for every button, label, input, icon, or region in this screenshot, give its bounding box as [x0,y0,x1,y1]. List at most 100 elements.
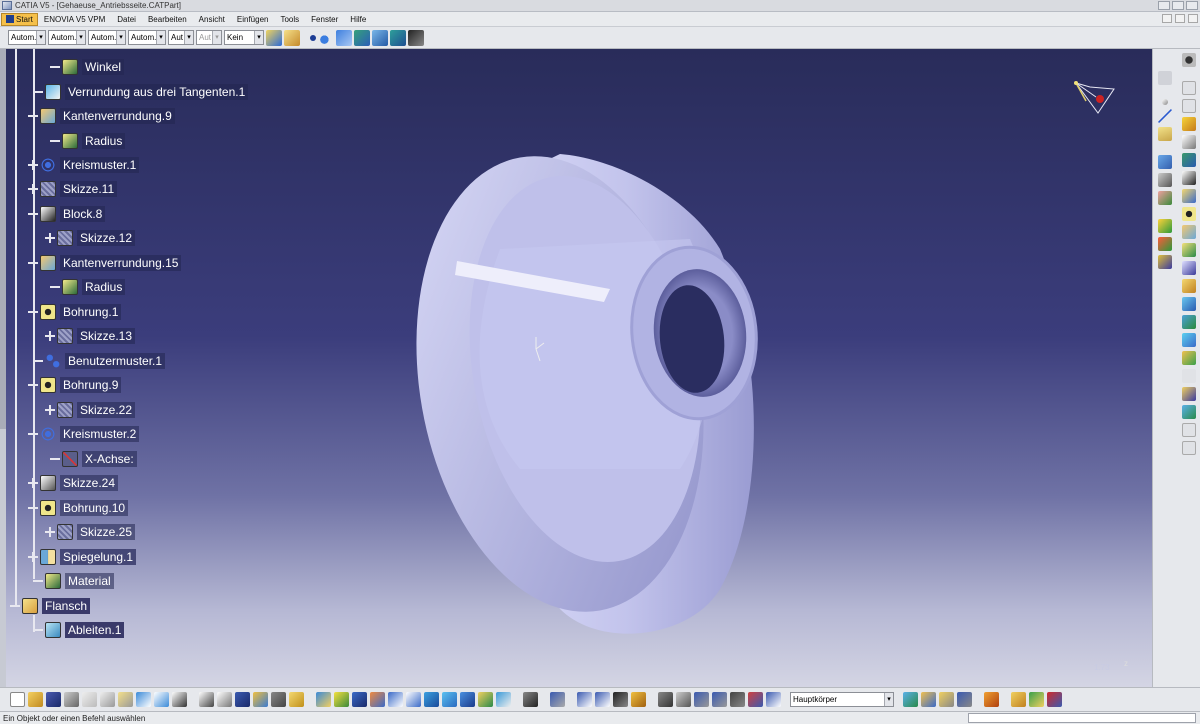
tree-node-sketch-24[interactable]: Skizze.24 [28,474,119,492]
whats-this-icon[interactable] [172,692,187,707]
minimize-button[interactable] [1158,1,1170,10]
menu-einfuegen[interactable]: Einfügen [231,13,275,26]
catalog-browser-icon[interactable] [289,692,304,707]
filter-icon[interactable] [748,692,763,707]
thread-icon[interactable] [1182,315,1196,329]
menu-start[interactable]: Start [1,12,38,26]
curve-icon[interactable] [318,29,334,46]
power-input-field[interactable] [968,713,1196,723]
fillet-tool-icon[interactable] [1182,225,1196,239]
menu-fenster[interactable]: Fenster [305,13,344,26]
shaft-icon[interactable] [1182,189,1196,203]
save-icon[interactable] [46,692,61,707]
tree-node-sketch-13[interactable]: Skizze.13 [45,327,136,345]
maximize-button[interactable] [1172,1,1184,10]
analysis-icon[interactable] [390,29,406,46]
lock-icon[interactable] [613,692,628,707]
expand-toggle[interactable] [28,478,38,488]
new-document-icon[interactable] [10,692,25,707]
expand-toggle[interactable] [45,233,55,243]
sketcher-icon[interactable] [1158,155,1172,169]
transparency-combo[interactable]: Autom. [48,30,86,45]
rules-icon[interactable] [271,692,286,707]
constraint-icon[interactable] [1158,191,1172,205]
zoom-out-icon[interactable] [406,692,421,707]
line-icon[interactable] [1158,109,1172,123]
tree-node-circular-pattern-2[interactable]: Kreismuster.2 [28,425,140,443]
measure-between-icon[interactable] [694,692,709,707]
expand-toggle[interactable] [45,405,55,415]
chamfer-icon[interactable] [1182,243,1196,257]
tree-node-radius-2[interactable]: Radius [50,278,126,296]
annotation-icon[interactable] [1182,405,1196,419]
translate-icon[interactable] [1182,351,1196,365]
tree-node-sketch-11[interactable]: Skizze.11 [28,180,118,198]
menu-bearbeiten[interactable]: Bearbeiten [142,13,193,26]
collapse-toggle[interactable] [10,601,20,611]
tree-node-circular-pattern-1[interactable]: Kreismuster.1 [28,156,140,174]
settings-gear-icon[interactable] [1182,53,1196,67]
ordered-set-icon[interactable] [939,692,954,707]
tree-node-flansch[interactable]: Flansch [10,597,91,615]
sketch-tool-icon[interactable] [1182,135,1196,149]
tree-node-sketch-25[interactable]: Skizze.25 [45,523,136,541]
axis-system-icon[interactable] [577,692,592,707]
collapse-toggle[interactable] [28,380,38,390]
material-tool-icon[interactable] [984,692,999,707]
undo-icon[interactable] [136,692,151,707]
paste-icon[interactable] [118,692,133,707]
point-icon[interactable] [1162,99,1168,105]
3d-viewport[interactable]: Winkel Verrundung aus drei Tangenten.1 K… [0,49,1152,687]
print-icon[interactable] [64,692,79,707]
inertia-icon[interactable] [1158,237,1172,251]
link-icon[interactable] [658,692,673,707]
cut-icon[interactable] [82,692,97,707]
tree-node-hole-10[interactable]: Bohrung.10 [28,499,129,517]
draft-icon[interactable] [1182,261,1196,275]
fit-all-icon[interactable] [334,692,349,707]
bottle-icon[interactable] [631,692,646,707]
tree-node-tritangent-fillet[interactable]: Verrundung aus drei Tangenten.1 [33,83,249,101]
tree-node-hole-1[interactable]: Bohrung.1 [28,303,122,321]
compass-icon[interactable] [1068,75,1118,119]
line-type-combo[interactable]: Autom. [128,30,166,45]
eraser-icon[interactable] [284,29,300,46]
menu-datei[interactable]: Datei [111,13,142,26]
menu-enovia[interactable]: ENOVIA V5 VPM [38,13,111,26]
table-icon[interactable] [235,692,250,707]
plane-icon[interactable] [1158,127,1172,141]
fill-color-combo[interactable]: Autom. [8,30,46,45]
compass-tool-icon[interactable] [408,29,424,46]
tree-node-user-pattern-1[interactable]: Benutzermuster.1 [33,352,166,370]
knowledge-icon[interactable] [217,692,232,707]
tree-node-radius[interactable]: Radius [50,132,126,150]
copy-icon[interactable] [100,692,115,707]
selection-set-icon[interactable] [730,692,745,707]
measure-item-icon[interactable] [712,692,727,707]
catalog-icon[interactable] [1158,255,1172,269]
zoom-in-icon[interactable] [388,692,403,707]
paintbrush-icon[interactable] [266,29,282,46]
point-icon[interactable] [310,34,316,41]
pan-icon[interactable] [352,692,367,707]
tree-node-sketch-12[interactable]: Skizze.12 [45,229,136,247]
tree-node-x-axis[interactable]: X-Achse: [50,450,137,468]
doc-close-button[interactable] [1188,14,1198,23]
tree-node-edge-fillet-15[interactable]: Kantenverrundung.15 [28,254,182,272]
surface-icon[interactable] [336,29,352,46]
define-in-work-object-icon[interactable] [766,692,781,707]
doc-minimize-button[interactable] [1162,14,1172,23]
open-folder-icon[interactable] [28,692,43,707]
collapse-toggle[interactable] [28,503,38,513]
shading-icon[interactable] [460,692,475,707]
tree-scrollbar[interactable] [0,49,6,687]
expand-toggle[interactable] [45,527,55,537]
expand-toggle[interactable] [28,160,38,170]
collapse-toggle[interactable] [28,111,38,121]
thickness-icon[interactable] [1182,297,1196,311]
collapse-toggle[interactable] [28,258,38,268]
hole-tool-icon[interactable] [1182,207,1196,221]
apply-material-icon[interactable] [1011,692,1026,707]
reference-plane-icon[interactable] [595,692,610,707]
render-icon[interactable] [1029,692,1044,707]
